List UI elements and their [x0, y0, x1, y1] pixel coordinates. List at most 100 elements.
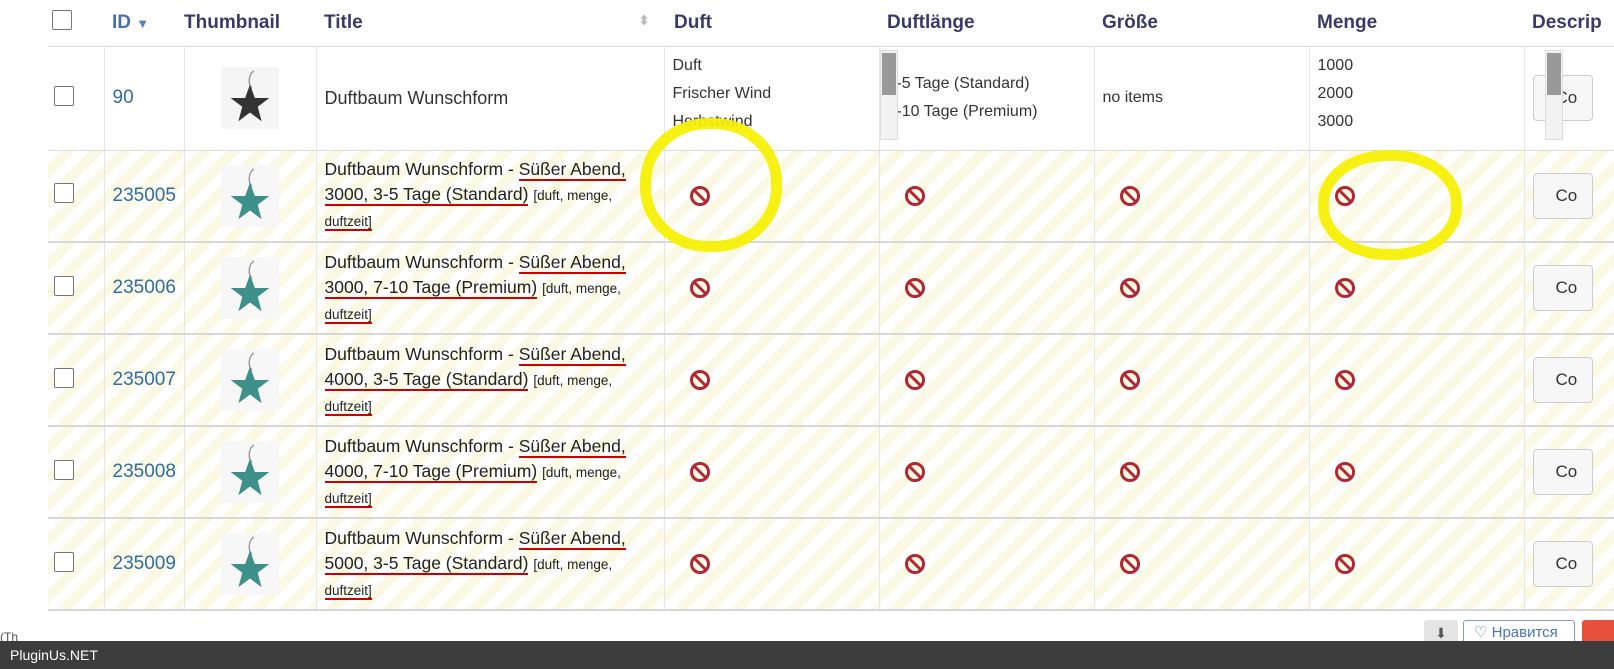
prohibited-icon	[904, 185, 925, 206]
id-cell: 235006	[104, 242, 185, 335]
row-checkbox[interactable]	[54, 275, 74, 296]
description-cell: Co	[1524, 426, 1614, 519]
groesse-cell	[1094, 426, 1310, 519]
menge-options-cell: 1000 2000 3000	[1309, 46, 1525, 151]
thumbnail-cell	[184, 46, 317, 151]
column-header-description[interactable]: Descrip	[1524, 0, 1614, 47]
product-title[interactable]: Duftbaum Wunschform - Süßer Abend, 3000, …	[324, 250, 656, 327]
description-edit-button[interactable]: Co	[1532, 449, 1593, 495]
row-checkbox[interactable]	[54, 459, 74, 480]
product-id-link[interactable]: 235008	[113, 461, 176, 482]
product-id-link[interactable]: 90	[113, 87, 134, 108]
title-cell: Duftbaum Wunschform	[316, 46, 665, 151]
menge-options-list[interactable]: 1000 2000 3000	[1318, 52, 1516, 136]
footer-bar: PluginUs.NET	[0, 641, 1614, 669]
row-checkbox[interactable]	[54, 183, 74, 204]
prohibited-icon	[1119, 370, 1140, 390]
table-row-parent: 90 Duftbaum Wunschform Duft Frischer Win…	[48, 46, 1614, 151]
duftlaenge-cell	[879, 518, 1095, 611]
id-cell: 235009	[104, 518, 185, 611]
column-header-thumbnail: Thumbnail	[184, 0, 316, 47]
title-cell: Duftbaum Wunschform - Süßer Abend, 3000, …	[316, 150, 665, 243]
menge-cell	[1309, 334, 1525, 427]
description-edit-button[interactable]: Co	[1532, 265, 1593, 311]
row-select-cell	[48, 426, 105, 519]
product-thumbnail[interactable]	[221, 164, 279, 227]
duftlaenge-options-list[interactable]: 3-5 Tage (Standard) 7-10 Tage (Premium)	[888, 70, 1086, 126]
select-all-checkbox[interactable]	[52, 9, 72, 30]
duft-cell	[664, 426, 880, 519]
duft-list-scrollbar[interactable]	[880, 50, 898, 140]
title-cell: Duftbaum Wunschform - Süßer Abend, 4000, …	[316, 334, 665, 427]
prohibited-icon	[904, 554, 925, 574]
product-id-link[interactable]: 235009	[113, 553, 176, 574]
prohibited-icon	[1334, 370, 1355, 390]
column-header-id[interactable]: ID ▼	[104, 0, 184, 47]
product-thumbnail[interactable]	[221, 533, 279, 595]
duft-options-list[interactable]: Duft Frischer Wind Herbstwind	[673, 52, 871, 136]
product-id-link[interactable]: 235007	[113, 369, 176, 390]
menge-list-scrollbar[interactable]	[1545, 50, 1563, 140]
thumbnail-cell	[184, 334, 317, 427]
list-item: Herbstwind	[672, 113, 753, 130]
product-title[interactable]: Duftbaum Wunschform - Süßer Abend, 4000, …	[324, 342, 656, 419]
duftlaenge-cell	[879, 242, 1095, 335]
description-edit-button[interactable]: Co	[1532, 357, 1593, 403]
description-cell: Co	[1524, 46, 1614, 151]
row-select-cell	[48, 242, 105, 335]
prohibited-icon	[904, 278, 925, 298]
triangle-down-icon: ▼	[136, 15, 150, 31]
list-item: 1000	[1317, 57, 1354, 74]
thumbnail-cell	[184, 518, 317, 611]
prohibited-icon	[1334, 462, 1355, 482]
column-header-duft[interactable]: Duft	[664, 0, 879, 47]
list-item: Frischer Wind	[672, 85, 772, 102]
row-checkbox[interactable]	[54, 367, 74, 388]
column-header-duftlaenge[interactable]: Duftlänge	[879, 0, 1094, 47]
prohibited-icon	[1334, 554, 1355, 574]
description-cell: Co	[1524, 242, 1614, 335]
prohibited-icon	[1334, 185, 1355, 206]
menge-cell	[1309, 426, 1525, 519]
product-title[interactable]: Duftbaum Wunschform	[325, 88, 509, 108]
prohibited-icon	[1119, 185, 1140, 206]
title-cell: Duftbaum Wunschform - Süßer Abend, 5000, …	[316, 518, 665, 611]
list-item: 2000	[1317, 85, 1354, 102]
product-title[interactable]: Duftbaum Wunschform - Süßer Abend, 4000, …	[324, 434, 656, 511]
product-thumbnail[interactable]	[221, 441, 279, 503]
groesse-cell	[1094, 150, 1310, 243]
groesse-cell	[1094, 518, 1310, 611]
column-header-groesse[interactable]: Größe	[1094, 0, 1309, 47]
scrollbar-thumb[interactable]	[1547, 53, 1561, 95]
description-edit-button[interactable]: Co	[1532, 541, 1593, 587]
groesse-cell	[1094, 242, 1310, 335]
table-row-variation: 235006 Duftbaum Wunschform - Süßer Abend…	[48, 242, 1614, 335]
product-title[interactable]: Duftbaum Wunschform - Süßer Abend, 5000, …	[324, 526, 656, 603]
list-item: Duft	[672, 57, 702, 74]
description-cell: Co	[1524, 150, 1614, 243]
row-checkbox[interactable]	[54, 551, 74, 572]
product-thumbnail[interactable]	[221, 349, 279, 411]
column-header-title[interactable]: Title ⬍	[316, 0, 664, 47]
footer-brand: PluginUs.NET	[10, 647, 98, 663]
row-checkbox[interactable]	[54, 85, 74, 106]
id-cell: 235008	[104, 426, 185, 519]
list-item: 3000	[1317, 113, 1354, 130]
product-id-link[interactable]: 235006	[113, 277, 176, 298]
prohibited-icon	[689, 185, 710, 206]
table-header-row: ID ▼ Thumbnail Title ⬍ Duft Duftlänge Grö…	[48, 0, 1614, 47]
product-id-link[interactable]: 235005	[113, 185, 176, 206]
column-header-menge[interactable]: Menge	[1309, 0, 1524, 47]
product-thumbnail[interactable]	[221, 67, 279, 129]
table-row-variation: 235009 Duftbaum Wunschform - Süßer Abend…	[48, 518, 1614, 611]
scrollbar-thumb[interactable]	[882, 53, 896, 95]
description-edit-button[interactable]: Co	[1532, 172, 1593, 219]
duft-options-cell: Duft Frischer Wind Herbstwind	[664, 46, 880, 151]
menge-cell	[1309, 242, 1525, 335]
prohibited-icon	[689, 370, 710, 390]
product-thumbnail[interactable]	[221, 257, 279, 319]
product-title[interactable]: Duftbaum Wunschform - Süßer Abend, 3000, …	[324, 157, 656, 234]
id-cell: 90	[104, 46, 185, 151]
prohibited-icon	[689, 554, 710, 574]
id-cell: 235007	[104, 334, 185, 427]
